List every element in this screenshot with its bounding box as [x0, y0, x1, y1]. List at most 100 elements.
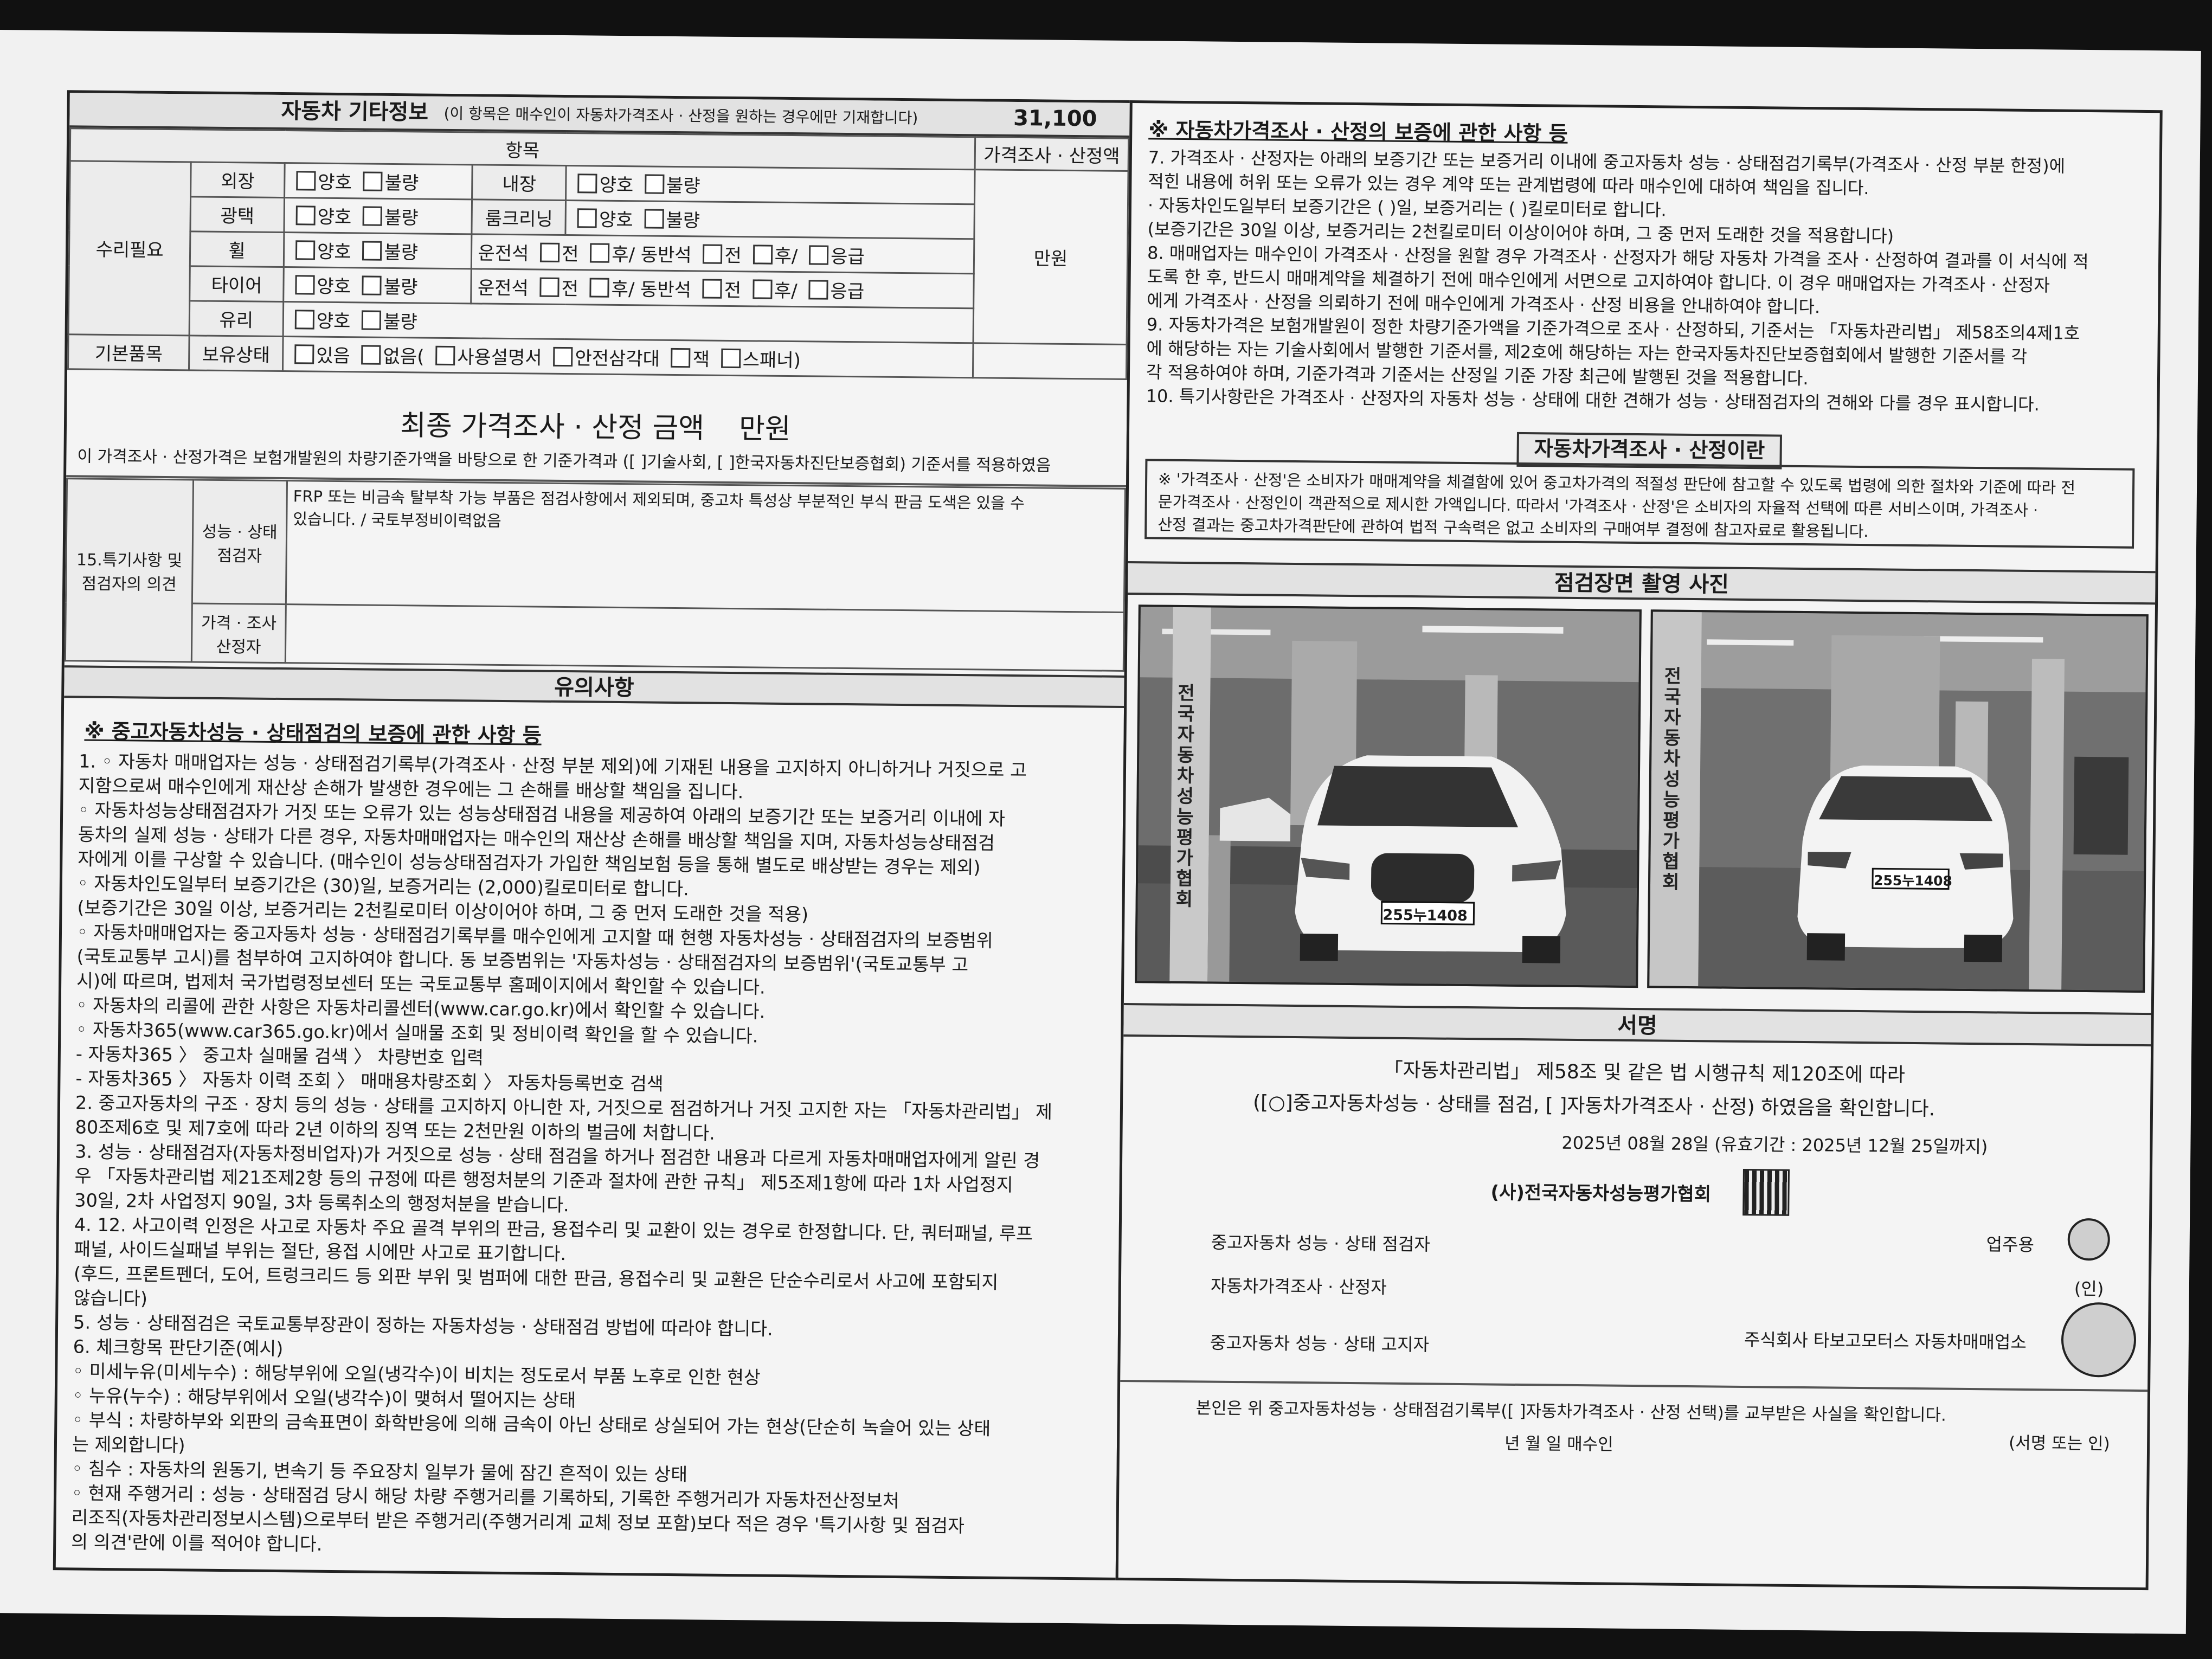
interior-label: 내장 [472, 164, 567, 201]
front-label: 전 [724, 245, 742, 267]
wheel-driver-rear-checkbox[interactable] [590, 243, 610, 263]
glass-label: 유리 [189, 300, 284, 337]
lift-pole-text-2: 전국자동차성능평가협회 [1662, 665, 1682, 893]
exterior-bad-checkbox[interactable] [363, 171, 383, 191]
tire-passenger-front-checkbox[interactable] [702, 279, 723, 299]
tire-label: 타이어 [189, 266, 284, 302]
business-use-label: 업주용 [1986, 1234, 2035, 1256]
right-panel: ※ 자동차가격조사 · 산정의 보증에 관한 사항 등 7. 가격조사 · 산정… [1115, 100, 2163, 1591]
have-label: 있음 [316, 345, 351, 368]
wheel-position-options: 운전석 전 후/ 동반석 전 후/ 응급 [471, 234, 974, 274]
inspector-seal-stamp [2067, 1218, 2111, 1261]
inspector-opinion-label: 성능 · 상태 점검자 [192, 479, 287, 605]
price-warranty-list: 7. 가격조사 · 산정자는 아래의 보증기간 또는 보증거리 이내에 중고자동… [1146, 145, 2089, 417]
sign-or-seal-label: (서명 또는 인) [2008, 1433, 2110, 1454]
final-price-block: 최종 가격조사 · 산정 금액 만원 이 가격조사 · 산정가격은 보험개발원의… [66, 394, 1127, 487]
triangle-label: 안전삼각대 [575, 348, 660, 370]
wheel-label: 휠 [190, 231, 284, 267]
interior-good-checkbox[interactable] [577, 173, 597, 194]
buyer-signature-field[interactable] [1781, 1427, 1998, 1453]
bad-label: 불량 [383, 276, 418, 299]
final-price-note: 이 가격조사 · 산정가격은 보험개발원의 차량기준가액을 바탕으로 한 기준가… [77, 447, 1051, 475]
room-cleaning-label: 룸크리닝 [472, 199, 566, 235]
have-checkbox[interactable] [294, 344, 314, 364]
front-label: 전 [724, 279, 742, 302]
room-cleaning-bad-checkbox[interactable] [644, 209, 664, 229]
price-column-header: 가격조사 · 산정액 [975, 137, 1129, 171]
basic-items-label: 기본품목 [68, 334, 190, 370]
triangle-checkbox[interactable] [553, 346, 573, 367]
tire-driver-front-checkbox[interactable] [539, 277, 560, 297]
exterior-good-checkbox[interactable] [296, 171, 316, 191]
none-label: 없음( [383, 345, 425, 368]
good-label: 양호 [599, 209, 633, 232]
bad-label: 불량 [383, 311, 417, 333]
inspection-photo-rear: 전국자동차성능평가협회 255누1408 [1647, 609, 2149, 993]
bad-label: 불량 [384, 207, 419, 229]
rear-label: 후/ [774, 245, 798, 268]
tire-passenger-rear-checkbox[interactable] [752, 279, 773, 299]
wheel-bad-checkbox[interactable] [362, 241, 382, 261]
glass-bad-checkbox[interactable] [362, 310, 382, 330]
price-assessor-opinion-label: 가격 · 조사 산정자 [191, 603, 286, 663]
manual-label: 사용설명서 [457, 346, 542, 369]
good-label: 양호 [318, 171, 352, 194]
tire-bad-checkbox[interactable] [362, 275, 382, 295]
price-definition-title-text: 자동차가격조사 · 산정이란 [1534, 436, 1765, 463]
room-cleaning-options: 양호 불량 [565, 200, 975, 239]
inspector-label: 중고자동차 성능 · 상태 점검자 [1211, 1232, 1430, 1255]
bad-label: 불량 [666, 209, 700, 232]
driver-seat-label: 운전석 [478, 242, 529, 265]
amount-value: 31,100 [1013, 105, 1097, 132]
good-label: 양호 [599, 174, 634, 197]
exterior-options: 양호 불량 [284, 163, 473, 200]
receipt-confirmation: 본인은 위 중고자동차성능 · 상태점검기록부([ ]자동차가격조사 · 산정 … [1195, 1398, 1946, 1425]
tire-good-checkbox[interactable] [295, 275, 315, 295]
tire-driver-rear-checkbox[interactable] [589, 278, 609, 298]
exterior-label: 외장 [190, 162, 285, 198]
notice-header: 유의사항 [64, 665, 1124, 708]
good-label: 양호 [317, 241, 351, 263]
inspector-opinion-field[interactable]: FRP 또는 비금속 탈부착 가능 부품은 점검사항에서 제외되며, 중고차 특… [286, 480, 1126, 613]
receipt-divider [1120, 1379, 2148, 1392]
good-label: 양호 [317, 206, 352, 229]
bad-label: 불량 [384, 241, 419, 264]
front-label: 전 [561, 243, 579, 266]
rear-label: 후/ [774, 280, 798, 303]
interior-bad-checkbox[interactable] [644, 174, 665, 194]
dealer-seal-stamp [2061, 1302, 2137, 1378]
wheel-passenger-rear-checkbox[interactable] [753, 245, 773, 265]
license-plate-1: 255누1408 [1382, 906, 1468, 925]
notifier-label: 중고자동차 성능 · 상태 고지자 [1210, 1332, 1430, 1355]
good-label: 양호 [317, 275, 351, 298]
jack-label: 잭 [692, 349, 710, 371]
gloss-good-checkbox[interactable] [295, 205, 316, 226]
wheel-passenger-front-checkbox[interactable] [703, 244, 723, 264]
none-checkbox[interactable] [361, 345, 381, 365]
price-assessor-opinion-field[interactable] [285, 604, 1124, 671]
signature-law-line: 「자동차관리법」 제58조 및 같은 법 시행규칙 제120조에 따라 [1383, 1059, 1906, 1086]
room-cleaning-good-checkbox[interactable] [577, 208, 597, 228]
special-notes-label: 15.특기사항 및 점검자의 의견 [65, 478, 194, 662]
gloss-bad-checkbox[interactable] [362, 206, 383, 226]
glass-good-checkbox[interactable] [294, 310, 315, 330]
signature-date: 2025년 08월 28일 (유효기간 : 2025년 12월 25일까지) [1561, 1132, 1988, 1158]
emergency-label: 응급 [830, 280, 865, 303]
buyer-date-line: 년 월 일 매수인 [1504, 1433, 1613, 1455]
section-note: (이 항목은 매수인이 자동차가격조사 · 산정을 원하는 경우에만 기재합니다… [443, 104, 918, 127]
wheel-driver-front-checkbox[interactable] [540, 242, 560, 262]
jack-checkbox[interactable] [671, 348, 691, 368]
passenger-seat-label: 동반석 [640, 244, 692, 267]
good-label: 양호 [316, 310, 351, 333]
signature-section-title: 서명 [1617, 1013, 1658, 1039]
special-notes-table: 15.특기사항 및 점검자의 의견 성능 · 상태 점검자 FRP 또는 비금속… [65, 478, 1126, 672]
tire-emergency-checkbox[interactable] [808, 280, 828, 300]
spanner-checkbox[interactable] [721, 348, 741, 369]
notice-list: 1. ◦ 자동차 매매업자는 성능 · 상태점검기록부(가격조사 · 산정 부분… [71, 749, 1056, 1563]
front-label: 전 [561, 278, 579, 300]
wheel-emergency-checkbox[interactable] [808, 245, 829, 265]
glass-options: 양호 불량 [283, 301, 974, 343]
inspection-photo-front: 전국자동차성능평가협회 255누1408 [1135, 605, 1642, 988]
manual-checkbox[interactable] [435, 345, 455, 366]
wheel-good-checkbox[interactable] [295, 240, 316, 260]
